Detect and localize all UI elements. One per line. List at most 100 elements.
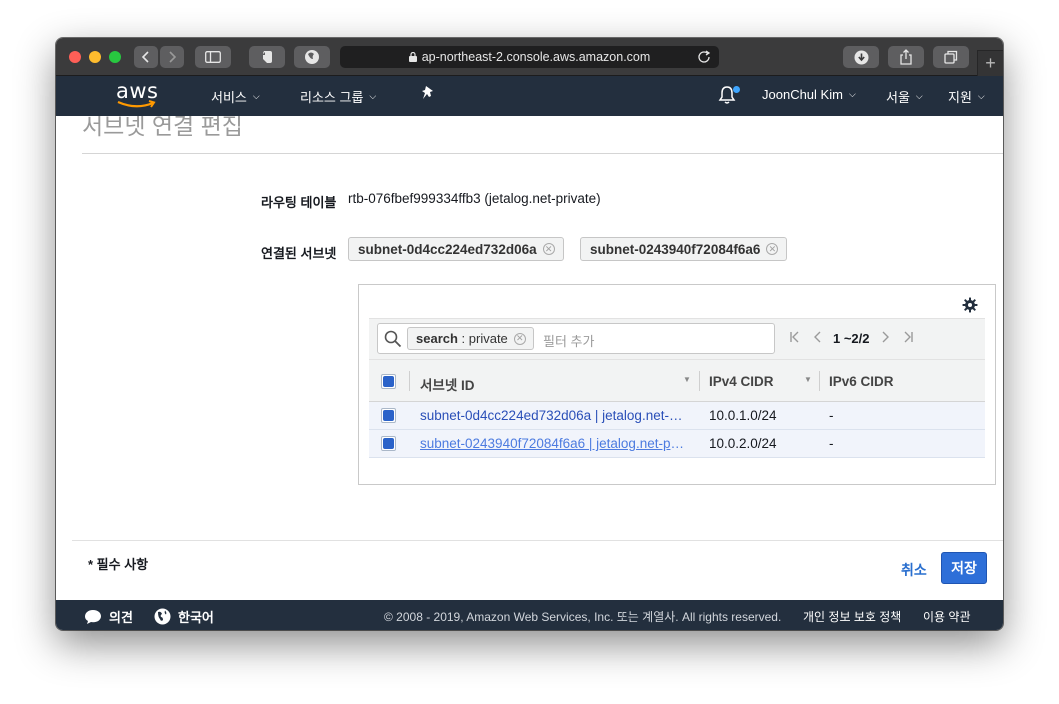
title-divider: [82, 153, 1003, 154]
sidebar-icon: [205, 51, 221, 63]
filter-placeholder: 필터 추가: [543, 334, 595, 349]
aws-logo[interactable]: aws: [116, 79, 160, 111]
remove-token-icon[interactable]: ✕: [766, 243, 779, 255]
notification-dot: [733, 86, 740, 93]
ipv4-cidr: 10.0.1.0/24: [709, 408, 777, 423]
ipv6-cidr: -: [829, 408, 834, 423]
ipv4-cidr: 10.0.2.0/24: [709, 436, 777, 451]
route-table-label: 라우팅 테이블: [261, 195, 337, 210]
row-checkbox[interactable]: [381, 408, 396, 423]
chevron-right-icon: [169, 51, 177, 63]
next-page-icon[interactable]: [880, 330, 890, 347]
associated-subnets-label: 연결된 서브넷: [261, 246, 337, 261]
filter-token: search : private ✕: [407, 327, 534, 350]
address-bar[interactable]: ap-northeast-2.console.aws.amazon.com: [340, 46, 719, 68]
gear-icon[interactable]: [962, 297, 978, 313]
remove-token-icon[interactable]: ✕: [542, 243, 555, 255]
new-tab-button[interactable]: +: [977, 50, 1003, 76]
ipv6-cidr: -: [829, 436, 834, 451]
form-divider: [72, 540, 1003, 541]
evernote-icon: [262, 51, 272, 63]
back-button[interactable]: [134, 46, 158, 68]
terms-link[interactable]: 이용 약관: [923, 608, 971, 625]
pin-icon: [422, 86, 433, 99]
aws-smile-icon: [117, 100, 156, 108]
chevron-down-icon: ⌵: [369, 91, 377, 101]
close-window-button[interactable]: [69, 51, 81, 63]
subnet-table-panel: search : private ✕ 필터 추가 1 ~2/2 서브넷 ID ▼…: [358, 284, 996, 485]
reload-icon[interactable]: [697, 49, 711, 63]
zoom-window-button[interactable]: [109, 51, 121, 63]
lock-icon: [408, 52, 417, 62]
globe-icon: [154, 608, 171, 625]
filter-key: search: [416, 331, 458, 346]
tabs-icon: [944, 50, 958, 64]
table-row[interactable]: subnet-0d4cc224ed732d06a | jetalog.net-p…: [369, 402, 985, 430]
globe-extension-icon: [305, 50, 319, 64]
cancel-button[interactable]: 취소: [901, 560, 927, 580]
required-note: * 필수 사항: [88, 557, 149, 572]
browser-window: ap-northeast-2.console.aws.amazon.com + …: [56, 38, 1003, 630]
subnet-token: subnet-0243940f72084f6a6 ✕: [580, 237, 788, 261]
downloads-button[interactable]: [843, 46, 879, 68]
privacy-policy-link[interactable]: 개인 정보 보호 정책: [803, 608, 901, 625]
chevron-down-icon: ⌵: [252, 91, 260, 101]
column-divider: [409, 371, 410, 391]
row-checkbox[interactable]: [381, 436, 396, 451]
page-indicator: 1 ~2/2: [833, 331, 870, 346]
route-table-value: rtb-076fbef999334ffb3 (jetalog.net-priva…: [348, 191, 601, 206]
share-icon: [900, 49, 912, 65]
aws-navbar: aws 서비스 ⌵ 리소스 그룹 ⌵ JoonChul Kim ⌵ 서울 ⌵ 지…: [56, 76, 1003, 116]
notifications-button[interactable]: [718, 85, 740, 107]
filter-toolbar: search : private ✕ 필터 추가 1 ~2/2: [369, 318, 985, 359]
subnet-link[interactable]: subnet-0d4cc224ed732d06a | jetalog.net-p…: [420, 408, 688, 423]
column-header-ipv4[interactable]: IPv4 CIDR: [709, 374, 774, 389]
chevron-down-icon: ⌵: [977, 91, 985, 101]
extension-button[interactable]: [294, 46, 330, 68]
download-icon: [854, 50, 868, 64]
main-content: 서브넷 연결 편집 라우팅 테이블 rtb-076fbef999334ffb3 …: [56, 116, 1003, 600]
minimize-window-button[interactable]: [89, 51, 101, 63]
page-title: 서브넷 연결 편집: [82, 116, 243, 139]
sidebar-toggle-button[interactable]: [195, 46, 231, 68]
services-menu[interactable]: 서비스 ⌵: [211, 87, 260, 106]
filter-input[interactable]: search : private ✕ 필터 추가: [377, 323, 775, 354]
support-menu[interactable]: 지원 ⌵: [948, 87, 985, 106]
remove-filter-icon[interactable]: ✕: [513, 332, 526, 345]
save-button[interactable]: 저장: [941, 552, 987, 584]
url-text: ap-northeast-2.console.aws.amazon.com: [421, 50, 651, 64]
pagination: 1 ~2/2: [789, 330, 914, 347]
sort-caret-icon[interactable]: ▼: [804, 375, 812, 384]
tabs-overview-button[interactable]: [933, 46, 969, 68]
region-menu[interactable]: 서울 ⌵: [886, 87, 923, 106]
column-header-ipv6[interactable]: IPv6 CIDR: [829, 374, 894, 389]
aws-footer: 의견 한국어 © 2008 - 2019, Amazon Web Service…: [56, 600, 1003, 630]
subnet-token: subnet-0d4cc224ed732d06a ✕: [348, 237, 564, 261]
column-header-subnet-id[interactable]: 서브넷 ID: [420, 374, 475, 394]
column-divider: [699, 371, 700, 391]
last-page-icon[interactable]: [902, 330, 914, 347]
filter-value: : private: [461, 331, 508, 346]
resource-groups-menu[interactable]: 리소스 그룹 ⌵: [300, 87, 376, 106]
chevron-down-icon: ⌵: [915, 91, 923, 101]
column-divider: [819, 371, 820, 391]
language-selector[interactable]: 한국어: [154, 607, 214, 626]
forward-button[interactable]: [160, 46, 184, 68]
feedback-link[interactable]: 의견: [84, 607, 133, 626]
share-button[interactable]: [888, 46, 924, 68]
first-page-icon[interactable]: [789, 330, 801, 347]
chevron-down-icon: ⌵: [848, 89, 856, 99]
copyright-text: © 2008 - 2019, Amazon Web Services, Inc.…: [384, 610, 782, 624]
speech-bubble-icon: [85, 609, 101, 624]
chevron-left-icon: [141, 51, 149, 63]
subnet-link[interactable]: subnet-0243940f72084f6a6 | jetalog.net-p…: [420, 436, 688, 451]
search-icon: [384, 330, 402, 348]
sort-caret-icon[interactable]: ▼: [683, 375, 691, 384]
select-all-checkbox[interactable]: [381, 374, 396, 389]
table-header: 서브넷 ID ▼ IPv4 CIDR ▼ IPv6 CIDR: [369, 359, 985, 402]
account-menu[interactable]: JoonChul Kim ⌵: [762, 87, 856, 102]
evernote-extension-button[interactable]: [249, 46, 285, 68]
previous-page-icon[interactable]: [813, 330, 823, 347]
table-row[interactable]: subnet-0243940f72084f6a6 | jetalog.net-p…: [369, 430, 985, 458]
pin-button[interactable]: [421, 85, 435, 101]
